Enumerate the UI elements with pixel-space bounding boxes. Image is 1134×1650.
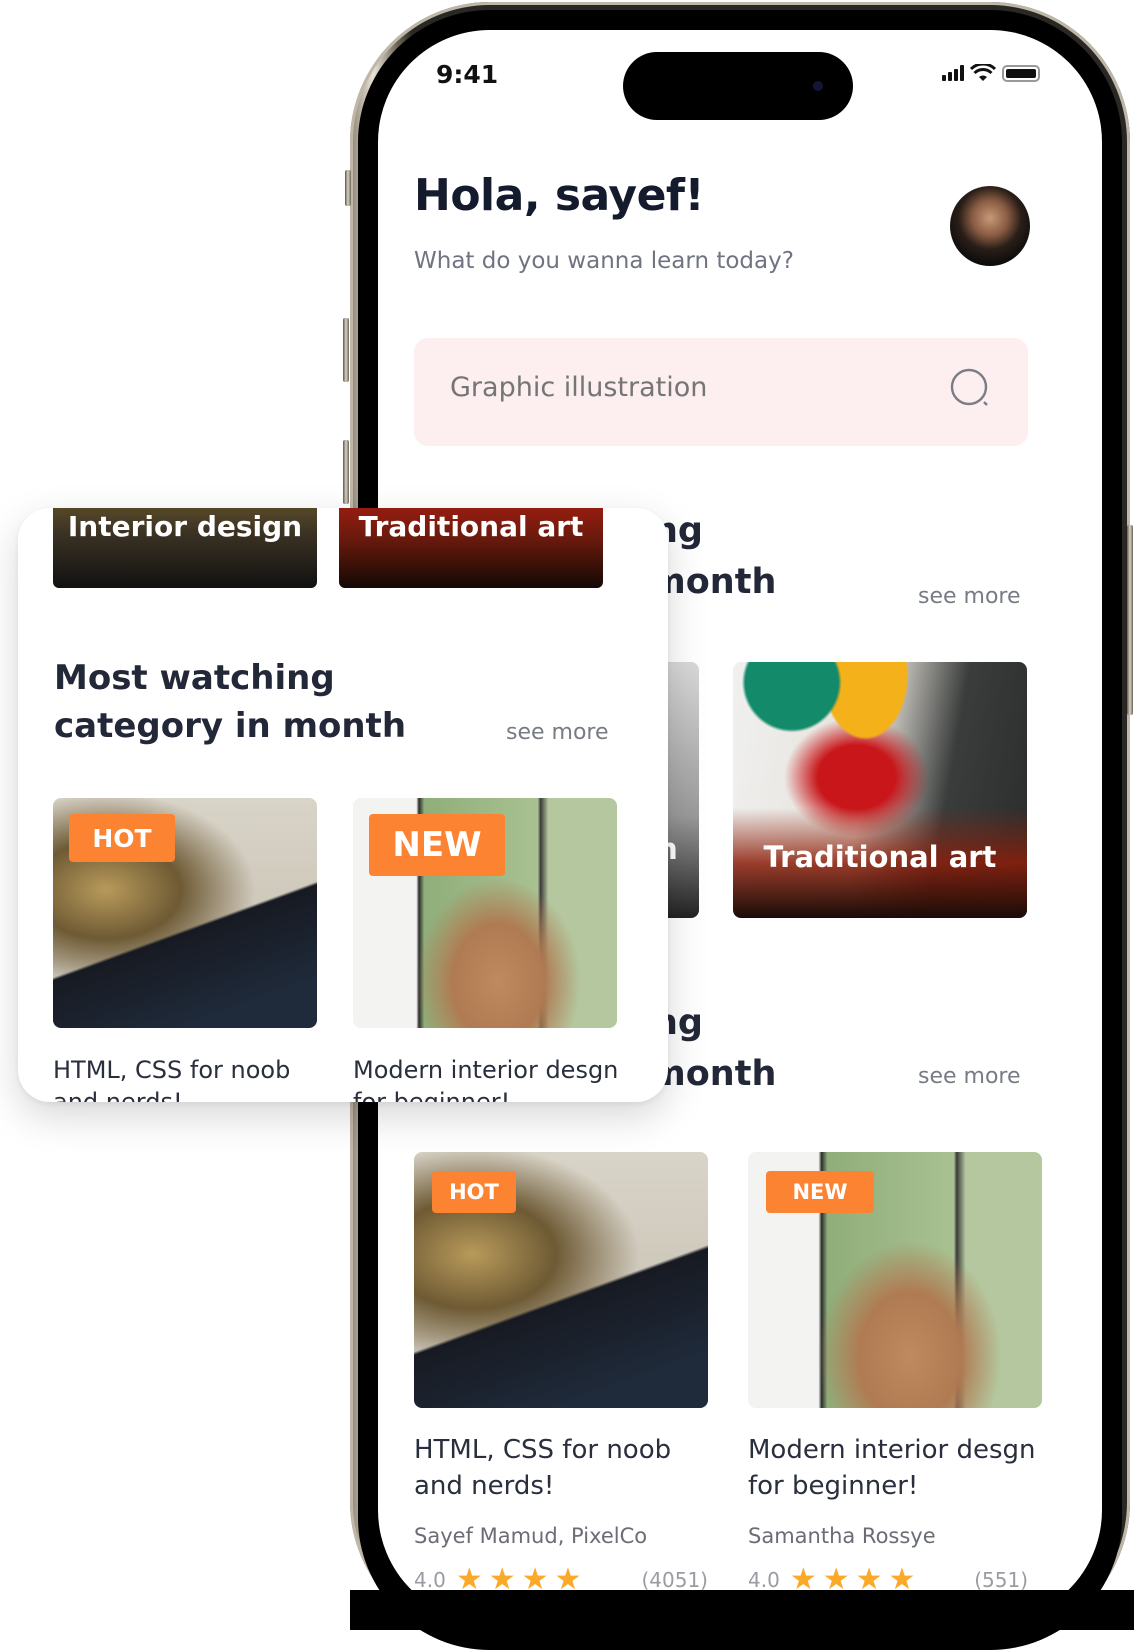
course-author: Samantha Rossye [748, 1524, 936, 1548]
badge-hot: HOT [432, 1171, 516, 1213]
course-image-interior[interactable]: NEW [748, 1152, 1042, 1408]
popup-see-more-link[interactable]: see more [506, 720, 609, 745]
search-bar[interactable] [414, 338, 1028, 446]
popup-course-title[interactable]: Modern interior desgn for beginner! [353, 1054, 618, 1102]
status-time: 9:41 [436, 60, 499, 89]
popup-course-title[interactable]: HTML, CSS for noob and nerds! [53, 1054, 290, 1102]
popup-category-traditional-art[interactable]: Traditional art [339, 508, 603, 588]
action-button [345, 170, 351, 206]
popup-section-title: Most watching category in month [54, 658, 407, 746]
course-image-html-css[interactable]: HOT [414, 1152, 708, 1408]
greeting-subtitle: What do you wanna learn today? [414, 248, 794, 274]
rating-value: 4.0 [414, 1567, 446, 1592]
greeting-title: Hola, sayef! [414, 170, 705, 221]
phone-bottom-bezel [350, 1590, 1134, 1630]
user-avatar[interactable] [950, 186, 1030, 266]
signal-icon [942, 65, 964, 81]
badge-hot: HOT [69, 814, 175, 862]
popup-category-interior-design[interactable]: Interior design [53, 508, 317, 588]
category-label: Traditional art [763, 840, 997, 874]
badge-new: NEW [369, 814, 505, 876]
battery-icon [1002, 64, 1040, 82]
course-see-more-link[interactable]: see more [918, 1064, 1021, 1089]
course-title[interactable]: Modern interior desgn for beginner! [748, 1432, 1036, 1504]
power-button [1127, 525, 1133, 715]
badge-new: NEW [766, 1171, 874, 1213]
category-see-more-link[interactable]: see more [918, 584, 1021, 609]
popup-course-image-html-css[interactable]: HOT [53, 798, 317, 1028]
search-icon[interactable] [950, 368, 990, 408]
course-title[interactable]: HTML, CSS for noob and nerds! [414, 1432, 671, 1504]
status-icons [942, 64, 1040, 82]
category-card-traditional-art[interactable]: Traditional art [733, 662, 1027, 918]
camera-icon [813, 81, 823, 91]
volume-down-button [343, 440, 349, 504]
zoomed-preview-card: Interior design Traditional art Most wat… [18, 508, 668, 1102]
category-label: Interior design [67, 510, 303, 543]
search-input[interactable] [450, 372, 910, 403]
review-count: (551) [974, 1567, 1028, 1592]
category-label: Traditional art [358, 510, 584, 543]
volume-up-button [343, 318, 349, 382]
popup-course-image-interior[interactable]: NEW [353, 798, 617, 1028]
course-author: Sayef Mamud, PixelCo [414, 1524, 648, 1548]
wifi-icon [970, 64, 996, 81]
review-count: (4051) [641, 1567, 708, 1592]
rating-value: 4.0 [748, 1567, 780, 1592]
dynamic-island [623, 52, 853, 120]
